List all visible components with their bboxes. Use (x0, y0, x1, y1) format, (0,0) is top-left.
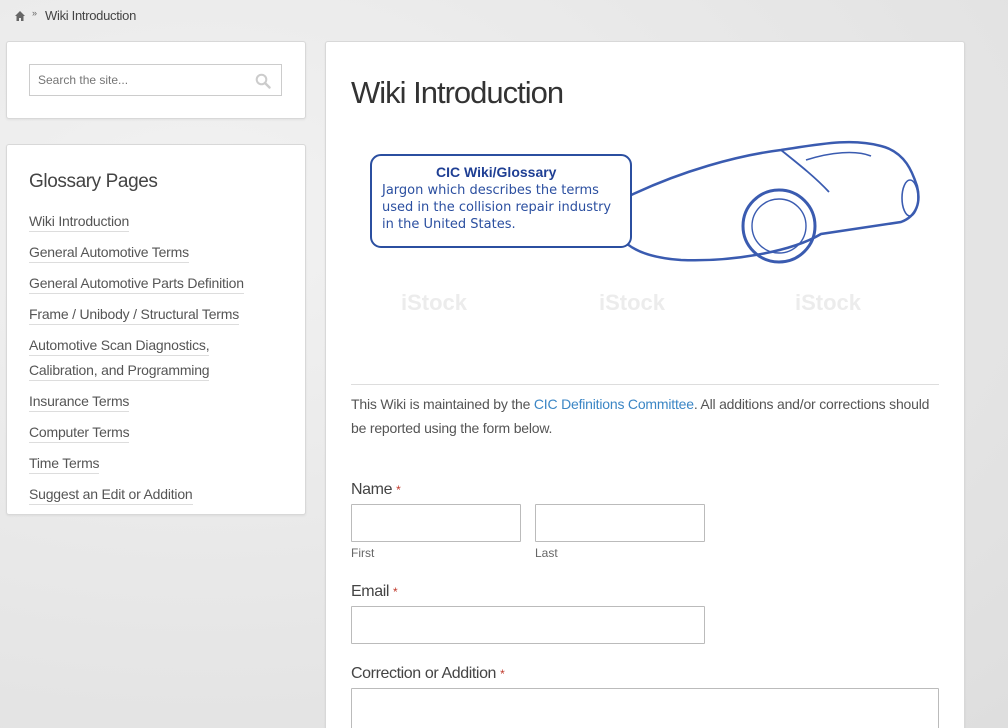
list-item: Frame / Unibody / Structural Terms (29, 302, 279, 327)
intro-text: This Wiki is maintained by the CIC Defin… (351, 396, 930, 436)
required-marker: * (393, 585, 398, 599)
watermark-text: iStock (795, 290, 862, 315)
glossary-link-time-terms[interactable]: Time Terms (29, 455, 100, 474)
search-widget (6, 41, 306, 119)
list-item: Computer Terms (29, 420, 279, 445)
list-item: Wiki Introduction (29, 209, 279, 234)
cic-committee-link[interactable]: CIC Definitions Committee (534, 396, 694, 412)
search-box (29, 64, 282, 96)
list-item: Automotive Scan Diagnostics, Calibration… (29, 333, 279, 383)
correction-textarea[interactable] (351, 688, 939, 728)
list-item: Time Terms (29, 451, 279, 476)
glossary-widget: Glossary Pages Wiki Introduction General… (6, 144, 306, 515)
main-content: Wiki Introduction iStock iStock iStock C… (325, 41, 965, 728)
divider (351, 384, 939, 385)
search-icon[interactable] (255, 73, 271, 89)
required-marker: * (500, 667, 505, 681)
wiki-banner-image: iStock iStock iStock CIC Wiki/Glossary J… (370, 140, 920, 315)
glossary-list: Wiki Introduction General Automotive Ter… (29, 209, 279, 513)
glossary-link-general-automotive-terms[interactable]: General Automotive Terms (29, 244, 189, 263)
glossary-link-scan-diagnostics[interactable]: Automotive Scan Diagnostics, Calibration… (29, 337, 210, 381)
watermark-text: iStock (401, 290, 468, 315)
search-input[interactable] (30, 73, 245, 87)
required-marker: * (396, 483, 401, 497)
banner-line-2: used in the collision repair industry (382, 200, 611, 215)
glossary-link-wiki-introduction[interactable]: Wiki Introduction (29, 213, 129, 232)
banner-line-1: Jargon which describes the terms (381, 183, 599, 198)
glossary-title: Glossary Pages (29, 171, 158, 192)
last-name-input[interactable] (535, 504, 705, 542)
name-label: Name * (351, 481, 401, 498)
home-icon[interactable] (14, 10, 26, 22)
page-title: Wiki Introduction (351, 75, 564, 110)
list-item: General Automotive Parts Definition (29, 271, 279, 296)
glossary-link-insurance-terms[interactable]: Insurance Terms (29, 393, 129, 412)
banner-heading: CIC Wiki/Glossary (436, 164, 557, 180)
list-item: Suggest an Edit or Addition (29, 482, 279, 507)
glossary-link-suggest-edit[interactable]: Suggest an Edit or Addition (29, 486, 193, 505)
list-item: General Automotive Terms (29, 240, 279, 265)
correction-label: Correction or Addition * (351, 665, 505, 682)
glossary-link-computer-terms[interactable]: Computer Terms (29, 424, 130, 443)
banner-line-3: in the United States. (382, 217, 516, 232)
watermark-text: iStock (599, 290, 666, 315)
breadcrumb-separator: » (32, 7, 38, 18)
first-name-input[interactable] (351, 504, 521, 542)
first-name-sublabel: First (351, 546, 375, 560)
list-item: Insurance Terms (29, 389, 279, 414)
last-name-sublabel: Last (535, 546, 558, 560)
glossary-link-automotive-parts-definition[interactable]: General Automotive Parts Definition (29, 275, 244, 294)
breadcrumb-current: Wiki Introduction (45, 8, 137, 23)
email-label: Email * (351, 583, 398, 600)
email-input[interactable] (351, 606, 705, 644)
breadcrumb: » Wiki Introduction (14, 8, 136, 23)
glossary-link-structural-terms[interactable]: Frame / Unibody / Structural Terms (29, 306, 239, 325)
